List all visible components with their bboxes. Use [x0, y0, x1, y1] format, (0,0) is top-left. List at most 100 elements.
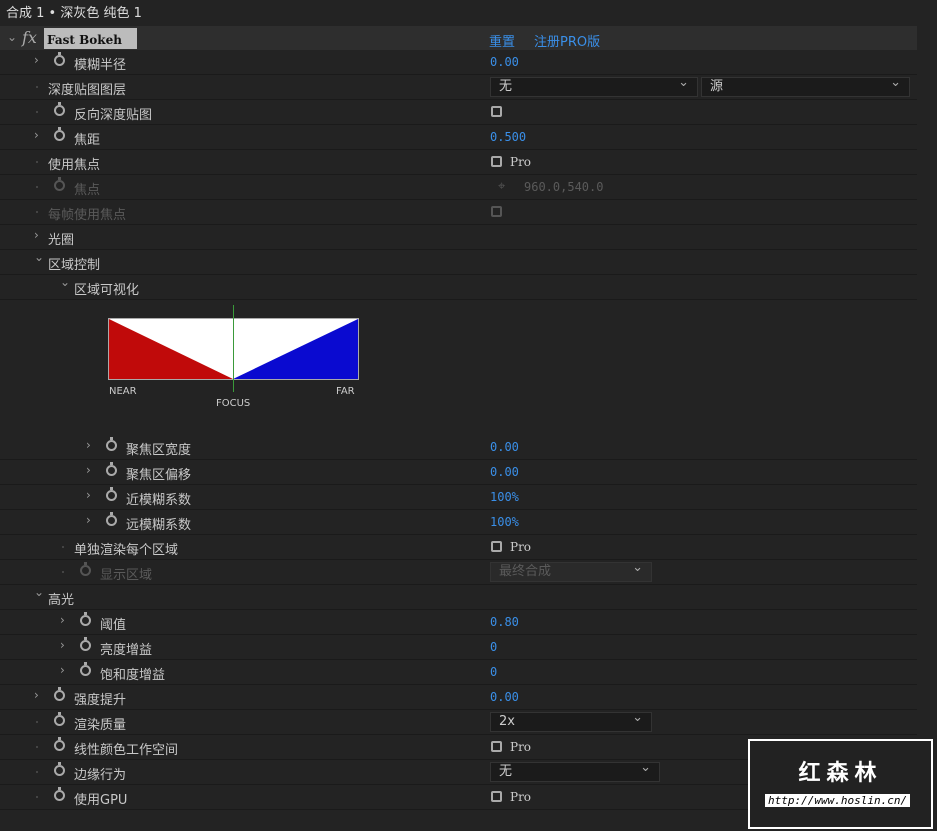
bullet-icon — [36, 721, 38, 723]
watermark-logo: 红森林 http://www.hoslin.cn/ — [748, 739, 933, 829]
stopwatch-icon[interactable] — [80, 637, 91, 651]
property-label: 近模糊系数 — [126, 493, 192, 508]
property-label: 亮度增益 — [100, 643, 153, 658]
property-row: › 强度提升 0.00 — [0, 685, 917, 710]
chevron-right-icon[interactable]: › — [60, 663, 65, 677]
property-row: › 亮度增益 0 — [0, 635, 917, 660]
property-value[interactable]: 100% — [490, 515, 519, 529]
register-pro-link[interactable]: 注册PRO版 — [534, 31, 600, 50]
property-label: 远模糊系数 — [126, 518, 192, 533]
property-value[interactable]: 0.00 — [490, 55, 519, 69]
dropdown[interactable]: 2x — [490, 709, 652, 732]
stopwatch-icon[interactable] — [54, 687, 65, 701]
property-label: 深度贴图图层 — [48, 83, 127, 98]
bullet-icon — [36, 211, 38, 213]
crosshair-icon[interactable]: ⌖ — [498, 179, 505, 194]
pro-label: Pro — [510, 540, 532, 554]
checkbox[interactable] — [491, 791, 502, 802]
dropdown[interactable]: 无 — [490, 759, 660, 782]
collapse-chevron-icon[interactable]: ⌄ — [7, 30, 17, 44]
dropdown[interactable]: 最终合成 — [490, 559, 652, 582]
property-value[interactable]: 100% — [490, 490, 519, 504]
chevron-right-icon[interactable]: › — [60, 638, 65, 652]
bullet-icon — [36, 746, 38, 748]
property-label: 光圈 — [48, 233, 75, 248]
stopwatch-icon[interactable] — [54, 762, 65, 776]
chevron-right-icon[interactable]: › — [34, 228, 39, 242]
focus-label: FOCUS — [216, 398, 250, 409]
property-value[interactable]: 0.00 — [490, 690, 519, 704]
checkbox[interactable] — [491, 206, 502, 217]
stopwatch-icon[interactable] — [54, 737, 65, 751]
property-label: 区域可视化 — [74, 283, 140, 298]
stopwatch-icon[interactable] — [106, 462, 117, 476]
property-label: 聚焦区偏移 — [126, 468, 192, 483]
stopwatch-icon[interactable] — [106, 437, 117, 451]
checkbox[interactable] — [491, 541, 502, 552]
stopwatch-icon[interactable] — [106, 512, 117, 526]
property-row: › 聚焦区宽度 0.00 — [0, 435, 917, 460]
panel-title: 合成 1 • 深灰色 纯色 1 — [6, 6, 142, 21]
reset-link[interactable]: 重置 — [489, 31, 515, 50]
property-value[interactable]: 0.80 — [490, 615, 519, 629]
chevron-right-icon[interactable]: › — [34, 53, 39, 67]
stopwatch-icon[interactable] — [106, 487, 117, 501]
property-row: › 焦距 0.500 — [0, 125, 917, 150]
point-value[interactable]: 960.0,540.0 — [524, 180, 603, 194]
chevron-right-icon[interactable]: › — [34, 688, 39, 702]
chevron-right-icon[interactable]: › — [86, 438, 91, 452]
property-row: › 饱和度增益 0 — [0, 660, 917, 685]
zone-visualization: NEAR FOCUS FAR — [0, 300, 917, 436]
property-label: 显示区域 — [100, 568, 153, 583]
bullet-icon — [36, 796, 38, 798]
source-dropdown[interactable]: 源 — [701, 74, 910, 97]
property-value[interactable]: 0 — [490, 665, 497, 679]
property-label: 强度提升 — [74, 693, 127, 708]
property-label: 区域控制 — [48, 258, 101, 273]
property-row: 每帧使用焦点 — [0, 200, 917, 225]
chevron-down-icon[interactable]: ⌄ — [34, 250, 44, 264]
property-row: › 近模糊系数 100% — [0, 485, 917, 510]
stopwatch-icon[interactable] — [54, 177, 65, 191]
stopwatch-icon[interactable] — [54, 787, 65, 801]
property-label: 边缘行为 — [74, 768, 127, 783]
checkbox[interactable] — [491, 156, 502, 167]
stopwatch-icon[interactable] — [54, 127, 65, 141]
fx-icon[interactable]: fx — [22, 28, 37, 47]
stopwatch-icon[interactable] — [80, 612, 91, 626]
depth-layer-dropdown[interactable]: 无 — [490, 74, 698, 97]
property-label: 饱和度增益 — [100, 668, 166, 683]
zone-diagram: NEAR FOCUS FAR — [108, 305, 359, 409]
property-label: 单独渲染每个区域 — [74, 543, 179, 558]
property-row: › 远模糊系数 100% — [0, 510, 917, 535]
chevron-right-icon[interactable]: › — [34, 128, 39, 142]
property-label: 高光 — [48, 593, 75, 608]
property-label: 线性颜色工作空间 — [74, 743, 179, 758]
property-row: 使用焦点 Pro — [0, 150, 917, 175]
property-label: 使用焦点 — [48, 158, 101, 173]
checkbox[interactable] — [491, 741, 502, 752]
stopwatch-icon[interactable] — [54, 712, 65, 726]
property-row: 反向深度贴图 — [0, 100, 917, 125]
chevron-right-icon[interactable]: › — [86, 488, 91, 502]
watermark-url: http://www.hoslin.cn/ — [765, 794, 911, 807]
checkbox[interactable] — [491, 106, 502, 117]
chevron-right-icon[interactable]: › — [86, 463, 91, 477]
effect-name[interactable]: Fast Bokeh — [44, 28, 137, 49]
property-value[interactable]: 0.00 — [490, 465, 519, 479]
stopwatch-icon[interactable] — [54, 102, 65, 116]
property-row: › 聚焦区偏移 0.00 — [0, 460, 917, 485]
chevron-right-icon[interactable]: › — [60, 613, 65, 627]
property-row: › 模糊半径 0.00 — [0, 50, 917, 75]
stopwatch-icon[interactable] — [80, 662, 91, 676]
property-value[interactable]: 0 — [490, 640, 497, 654]
effect-header: ⌄ fx Fast Bokeh 重置 注册PRO版 — [0, 26, 917, 51]
property-value[interactable]: 0.00 — [490, 440, 519, 454]
property-value[interactable]: 0.500 — [490, 130, 526, 144]
property-label: 模糊半径 — [74, 58, 127, 73]
chevron-down-icon[interactable]: ⌄ — [34, 585, 44, 599]
chevron-down-icon[interactable]: ⌄ — [60, 275, 70, 289]
stopwatch-icon[interactable] — [80, 562, 91, 576]
chevron-right-icon[interactable]: › — [86, 513, 91, 527]
stopwatch-icon[interactable] — [54, 52, 65, 66]
